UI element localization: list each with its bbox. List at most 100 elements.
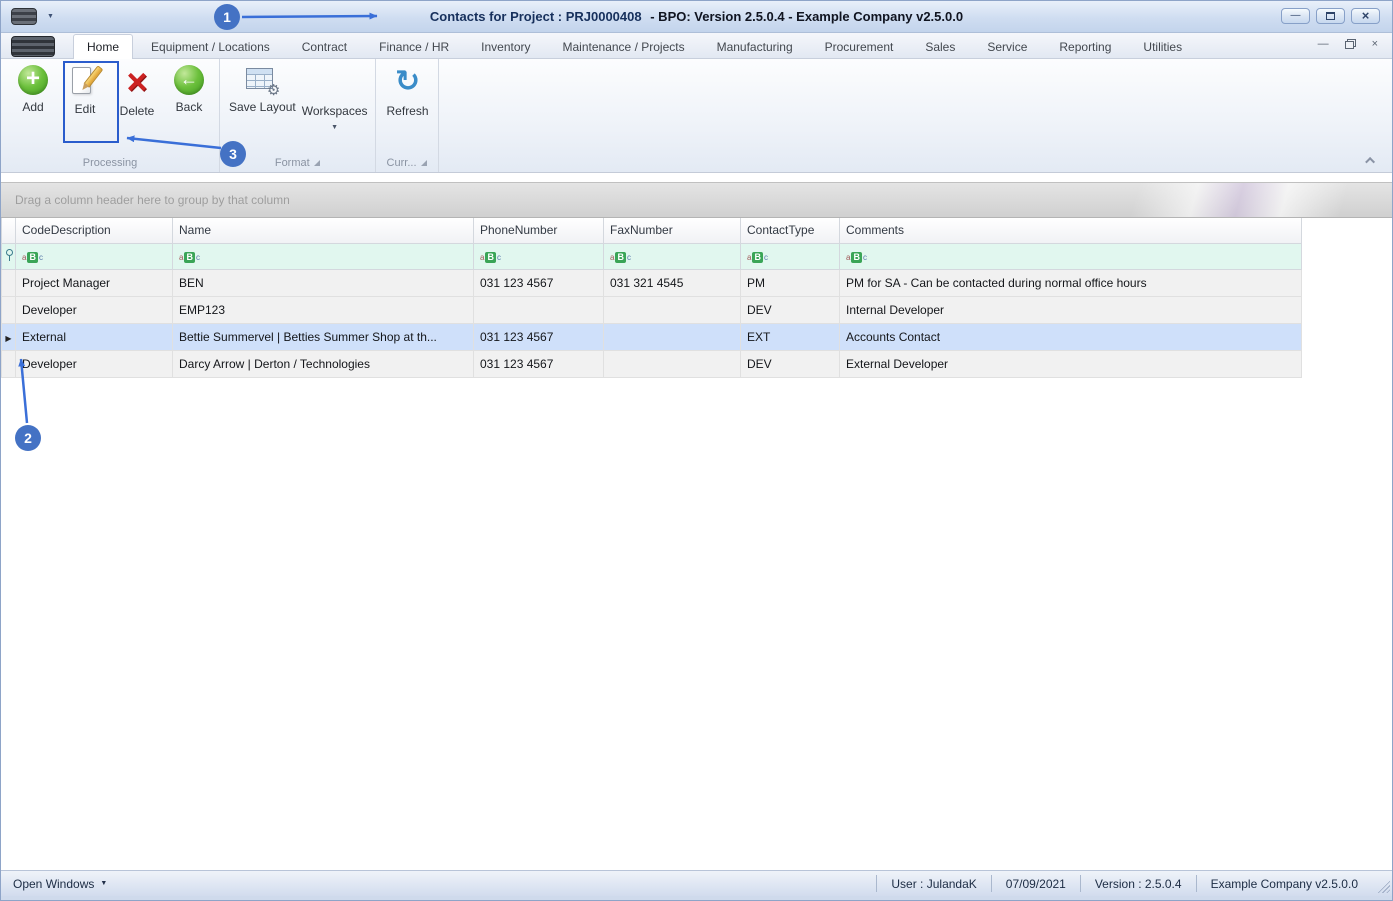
cell-contacttype[interactable]: DEV — [740, 295, 840, 324]
tab-manufacturing[interactable]: Manufacturing — [703, 34, 807, 58]
tab-procurement[interactable]: Procurement — [811, 34, 908, 58]
selected-row-indicator: ▶ — [1, 322, 16, 351]
row-indicator-cell — [1, 295, 16, 324]
maximize-button[interactable] — [1316, 8, 1345, 24]
edit-button[interactable]: Edit — [59, 61, 111, 116]
window-controls: — × — [1281, 8, 1380, 24]
close-button[interactable]: × — [1351, 8, 1380, 24]
quick-access-dropdown-icon[interactable]: ▼ — [47, 13, 54, 20]
cell-phonenumber[interactable] — [473, 295, 604, 324]
filter-cell-codedescription[interactable]: aBc — [15, 242, 173, 270]
column-header-name[interactable]: Name — [172, 218, 474, 244]
dialog-launcher-icon[interactable] — [420, 160, 427, 166]
cell-faxnumber[interactable] — [603, 349, 741, 378]
cell-codedescription[interactable]: External — [15, 322, 173, 351]
cell-contacttype[interactable]: EXT — [740, 322, 840, 351]
cell-faxnumber[interactable] — [603, 322, 741, 351]
table-row[interactable]: Developer Darcy Arrow | Derton / Technol… — [1, 349, 1302, 378]
delete-button[interactable]: × Delete — [111, 61, 163, 119]
mdi-close-icon[interactable]: × — [1372, 38, 1378, 50]
ribbon-collapse-button[interactable] — [1364, 154, 1378, 167]
tab-finance-hr[interactable]: Finance / HR — [365, 34, 463, 58]
cell-name[interactable]: BEN — [172, 268, 474, 297]
cell-codedescription[interactable]: Project Manager — [15, 268, 173, 297]
cell-comments[interactable]: External Developer — [839, 349, 1302, 378]
save-layout-button[interactable]: ⚙ Save Layout — [226, 61, 299, 114]
status-version: Version : 2.5.0.4 — [1079, 875, 1196, 892]
column-header-row: CodeDescription Name PhoneNumber FaxNumb… — [1, 218, 1302, 244]
mdi-restore-icon[interactable] — [1344, 39, 1356, 49]
resize-grip[interactable] — [1376, 879, 1390, 893]
ribbon-group-label-format: Format — [220, 157, 375, 169]
table-row-selected[interactable]: ▶ External Bettie Summervel | Betties Su… — [1, 322, 1302, 351]
cell-faxnumber[interactable] — [603, 295, 741, 324]
ribbon-group-processing: + Add Edit × Delete ← Back Processing — [1, 59, 220, 172]
table-row[interactable]: Developer EMP123 DEV Internal Developer — [1, 295, 1302, 324]
tab-home[interactable]: Home — [73, 34, 134, 59]
cell-name[interactable]: Darcy Arrow | Derton / Technologies — [172, 349, 474, 378]
application-menu-button[interactable] — [11, 36, 55, 57]
column-header-comments[interactable]: Comments — [839, 218, 1302, 244]
group-by-panel[interactable]: Drag a column header here to group by th… — [1, 182, 1392, 218]
column-header-phonenumber[interactable]: PhoneNumber — [473, 218, 604, 244]
cell-name[interactable]: Bettie Summervel | Betties Summer Shop a… — [172, 322, 474, 351]
back-icon: ← — [174, 65, 204, 95]
back-button[interactable]: ← Back — [163, 61, 215, 114]
filter-cell-faxnumber[interactable]: aBc — [603, 242, 741, 270]
chevron-up-icon — [1364, 156, 1375, 167]
cell-comments[interactable]: PM for SA - Can be contacted during norm… — [839, 268, 1302, 297]
table-row[interactable]: Project Manager BEN 031 123 4567 031 321… — [1, 268, 1302, 297]
cell-comments[interactable]: Internal Developer — [839, 295, 1302, 324]
tab-reporting[interactable]: Reporting — [1045, 34, 1125, 58]
tab-inventory[interactable]: Inventory — [467, 34, 544, 58]
cell-contacttype[interactable]: PM — [740, 268, 840, 297]
window-frame-bottom — [1, 896, 1392, 900]
tab-equipment-locations[interactable]: Equipment / Locations — [137, 34, 284, 58]
column-header-contacttype[interactable]: ContactType — [740, 218, 840, 244]
cell-codedescription[interactable]: Developer — [15, 295, 173, 324]
cell-phonenumber[interactable]: 031 123 4567 — [473, 349, 604, 378]
workspaces-dropdown-icon[interactable]: ▼ — [331, 124, 338, 131]
refresh-button-label: Refresh — [386, 104, 429, 118]
wrench-icon: ⚙ — [266, 82, 281, 99]
add-button-label: Add — [22, 100, 44, 114]
delete-button-label: Delete — [119, 104, 155, 118]
minimize-button[interactable]: — — [1281, 8, 1310, 24]
window-title-app-version: - BPO: Version 2.5.0.4 - Example Company… — [650, 9, 964, 24]
column-header-faxnumber[interactable]: FaxNumber — [603, 218, 741, 244]
row-arrow-icon: ▶ — [5, 333, 12, 343]
tab-service[interactable]: Service — [973, 34, 1041, 58]
cell-comments[interactable]: Accounts Contact — [839, 322, 1302, 351]
group-by-hint: Drag a column header here to group by th… — [15, 193, 290, 207]
app-window: ▼ Contacts for Project : PRJ0000408 - BP… — [0, 0, 1393, 901]
cell-codedescription[interactable]: Developer — [15, 349, 173, 378]
tab-maintenance-projects[interactable]: Maintenance / Projects — [549, 34, 699, 58]
refresh-button[interactable]: ↻ Refresh — [382, 61, 434, 119]
cell-faxnumber[interactable]: 031 321 4545 — [603, 268, 741, 297]
app-logo-icon[interactable] — [11, 8, 37, 25]
open-windows-dropdown[interactable]: Open Windows ▼ — [13, 877, 107, 891]
filter-cell-name[interactable]: aBc — [172, 242, 474, 270]
tab-sales[interactable]: Sales — [911, 34, 969, 58]
cell-name[interactable]: EMP123 — [172, 295, 474, 324]
filter-cell-phonenumber[interactable]: aBc — [473, 242, 604, 270]
column-header-codedescription[interactable]: CodeDescription — [15, 218, 173, 244]
filter-indicator-cell — [1, 242, 16, 270]
mdi-minimize-icon[interactable]: — — [1318, 38, 1329, 50]
add-button[interactable]: + Add — [7, 61, 59, 114]
workspaces-button[interactable]: Workspaces ▼ — [299, 61, 371, 131]
filter-cell-comments[interactable]: aBc — [839, 242, 1302, 270]
add-icon: + — [18, 65, 48, 95]
ribbon-tabs: Home Equipment / Locations Contract Fina… — [73, 33, 1196, 59]
filter-cell-contacttype[interactable]: aBc — [740, 242, 840, 270]
tab-contract[interactable]: Contract — [288, 34, 361, 58]
dialog-launcher-icon[interactable] — [313, 160, 320, 166]
row-indicator-cell — [1, 268, 16, 297]
cell-phonenumber[interactable]: 031 123 4567 — [473, 268, 604, 297]
tab-utilities[interactable]: Utilities — [1129, 34, 1196, 58]
chevron-down-icon: ▼ — [100, 880, 108, 887]
cell-phonenumber[interactable]: 031 123 4567 — [473, 322, 604, 351]
save-layout-button-label: Save Layout — [229, 100, 296, 114]
window-title-project: Contacts for Project : PRJ0000408 — [429, 9, 642, 24]
cell-contacttype[interactable]: DEV — [740, 349, 840, 378]
